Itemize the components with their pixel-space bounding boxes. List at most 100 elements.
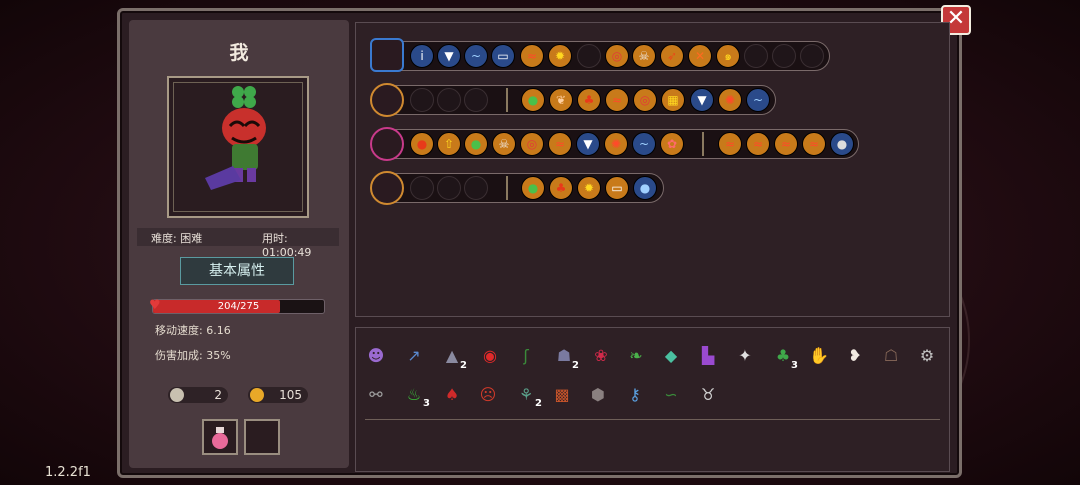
spear-slot-claw-icon[interactable]: ≈ bbox=[746, 132, 770, 156]
staff-slot-empty[interactable] bbox=[437, 88, 461, 112]
item-eye-icon[interactable]: ◉ bbox=[476, 341, 504, 369]
item-crystal-icon[interactable]: ✦ bbox=[731, 341, 759, 369]
item-wand-icon[interactable]: ↗ bbox=[400, 341, 428, 369]
rune-slot-cross-icon[interactable]: ✕ bbox=[688, 44, 712, 68]
item-wing-icon[interactable]: ❥ bbox=[841, 341, 869, 369]
spear-slot-claw-icon[interactable]: ≈ bbox=[802, 132, 826, 156]
spear-slot-bomb-icon[interactable]: ● bbox=[410, 132, 434, 156]
spear-slot-claw-icon[interactable]: ≈ bbox=[548, 132, 572, 156]
orb-slot-book-icon[interactable]: ▭ bbox=[605, 176, 629, 200]
rune-slot-claw-icon[interactable]: ≈ bbox=[520, 44, 544, 68]
spear-slot-shield-icon[interactable]: ▼ bbox=[576, 132, 600, 156]
rune-slot-empty[interactable] bbox=[772, 44, 796, 68]
orb-slot-sun-icon[interactable]: ✹ bbox=[577, 176, 601, 200]
item-leaf-icon[interactable]: ❧ bbox=[622, 341, 650, 369]
hp-text: 204/275 bbox=[217, 301, 260, 312]
potion-icon bbox=[212, 427, 228, 449]
rune-slot-fire-icon[interactable]: ➶ bbox=[660, 44, 684, 68]
rune-slot-target-icon[interactable]: ◎ bbox=[605, 44, 629, 68]
item-horn-icon[interactable]: ♉ bbox=[694, 380, 722, 408]
spear-slot-burst-icon[interactable]: ✺ bbox=[604, 132, 628, 156]
orb-slot-empty[interactable] bbox=[410, 176, 434, 200]
rune-slot-spiral-icon[interactable]: ๑ bbox=[716, 44, 740, 68]
consumable-slot-2[interactable] bbox=[244, 419, 280, 455]
spear-slot-arrow-icon[interactable]: ⇧ bbox=[437, 132, 461, 156]
consumable-slot-1[interactable] bbox=[202, 419, 238, 455]
item-rock-icon[interactable]: ⬢ bbox=[584, 380, 612, 408]
key-count: 2 bbox=[214, 388, 222, 402]
orb-icon[interactable] bbox=[370, 171, 404, 205]
staff-slot-claw-icon[interactable]: ≈ bbox=[605, 88, 629, 112]
item-flame-count: 3 bbox=[423, 398, 430, 409]
coin-counter: 105 bbox=[248, 387, 308, 403]
spear-icon[interactable] bbox=[370, 127, 404, 161]
rune-slot-skull-icon[interactable]: ☠ bbox=[632, 44, 656, 68]
magic-staff-icon[interactable] bbox=[370, 83, 404, 117]
damage-bonus-stat: 伤害加成: 35% bbox=[155, 349, 231, 362]
slot-separator bbox=[506, 88, 508, 112]
staff-slot-feather-icon[interactable]: ❦ bbox=[549, 88, 573, 112]
spear-slot-flower-icon[interactable]: ✿ bbox=[660, 132, 684, 156]
item-vine-icon[interactable]: ❀ bbox=[587, 341, 615, 369]
rune-slot-empty[interactable] bbox=[800, 44, 824, 68]
item-purple-boot-icon[interactable]: ▙ bbox=[694, 341, 722, 369]
item-skeleton-icon[interactable]: ⚙ bbox=[913, 341, 941, 369]
orb-slot-empty[interactable] bbox=[437, 176, 461, 200]
item-gauntlet-icon[interactable]: ✋ bbox=[805, 341, 833, 369]
slot-separator bbox=[702, 132, 704, 156]
item-gem-icon[interactable]: ◆ bbox=[657, 341, 685, 369]
character-portrait bbox=[205, 86, 266, 190]
orb-slot-slime-icon[interactable]: ● bbox=[633, 176, 657, 200]
spear-slot-poison-icon[interactable]: ● bbox=[464, 132, 488, 156]
rune-slot-sun-icon[interactable]: ✹ bbox=[548, 44, 572, 68]
rune-slot-wave-icon[interactable]: ~ bbox=[464, 44, 488, 68]
key-counter: 2 bbox=[168, 387, 228, 403]
basic-attributes-tab[interactable]: 基本属性 bbox=[180, 257, 294, 285]
spear-slot-skull-icon[interactable]: ☠ bbox=[492, 132, 516, 156]
rune-slot-empty[interactable] bbox=[744, 44, 768, 68]
staff-slot-burst-icon[interactable]: ✺ bbox=[718, 88, 742, 112]
orb-slot-poison-icon[interactable]: ● bbox=[521, 176, 545, 200]
difficulty-label: 难度: 困难 bbox=[151, 232, 203, 245]
spear-slot-target-icon[interactable]: ◎ bbox=[520, 132, 544, 156]
spear-slot-claw-icon[interactable]: ≈ bbox=[718, 132, 742, 156]
satchel-icon[interactable] bbox=[370, 38, 404, 72]
heart-icon: ♥ bbox=[149, 298, 161, 313]
item-crate-icon[interactable]: ▩ bbox=[548, 380, 576, 408]
spear-slot-claw-icon[interactable]: ≈ bbox=[774, 132, 798, 156]
elapsed-time: 用时: 01:00:49 bbox=[262, 232, 312, 259]
item-cloak-icon[interactable]: ☖ bbox=[877, 341, 905, 369]
item-dragon-icon[interactable]: ♠ bbox=[438, 380, 466, 408]
item-monster-head-icon[interactable]: ☻ bbox=[362, 341, 390, 369]
clover-icon bbox=[232, 86, 256, 108]
coin-icon bbox=[250, 388, 264, 402]
orb-slot-triad-icon[interactable]: ♣ bbox=[549, 176, 573, 200]
staff-slot-empty[interactable] bbox=[464, 88, 488, 112]
item-boot-count: 2 bbox=[460, 360, 467, 371]
items-divider bbox=[365, 419, 940, 420]
staff-slot-shield-icon[interactable]: ▼ bbox=[690, 88, 714, 112]
staff-slot-poison-icon[interactable]: ● bbox=[521, 88, 545, 112]
item-clover-count: 3 bbox=[791, 360, 798, 371]
rune-slot-info-icon[interactable]: i bbox=[410, 44, 434, 68]
staff-slot-grid-icon[interactable]: ▦ bbox=[661, 88, 685, 112]
item-bone-icon[interactable]: ⚯ bbox=[362, 380, 390, 408]
orb-slot-empty[interactable] bbox=[464, 176, 488, 200]
hp-bar: 204/275 bbox=[152, 299, 325, 314]
rune-slot-book-icon[interactable]: ▭ bbox=[491, 44, 515, 68]
staff-slot-wave-icon[interactable]: ~ bbox=[746, 88, 770, 112]
staff-slot-empty[interactable] bbox=[410, 88, 434, 112]
rune-slot-shield-icon[interactable]: ▼ bbox=[437, 44, 461, 68]
move-speed-stat: 移动速度: 6.16 bbox=[155, 324, 231, 337]
rune-slot-empty[interactable] bbox=[577, 44, 601, 68]
item-worm-icon[interactable]: ∽ bbox=[657, 380, 685, 408]
item-demon-icon[interactable]: ☹ bbox=[474, 380, 502, 408]
item-key-icon[interactable]: ⚷ bbox=[621, 380, 649, 408]
spear-slot-wave-icon[interactable]: ~ bbox=[632, 132, 656, 156]
staff-slot-target-icon[interactable]: ◎ bbox=[633, 88, 657, 112]
spear-slot-stone-icon[interactable]: ● bbox=[830, 132, 854, 156]
key-icon bbox=[170, 388, 184, 402]
item-sock-icon[interactable]: ʃ bbox=[512, 341, 540, 369]
coin-count: 105 bbox=[279, 388, 302, 402]
staff-slot-triad-icon[interactable]: ♣ bbox=[577, 88, 601, 112]
